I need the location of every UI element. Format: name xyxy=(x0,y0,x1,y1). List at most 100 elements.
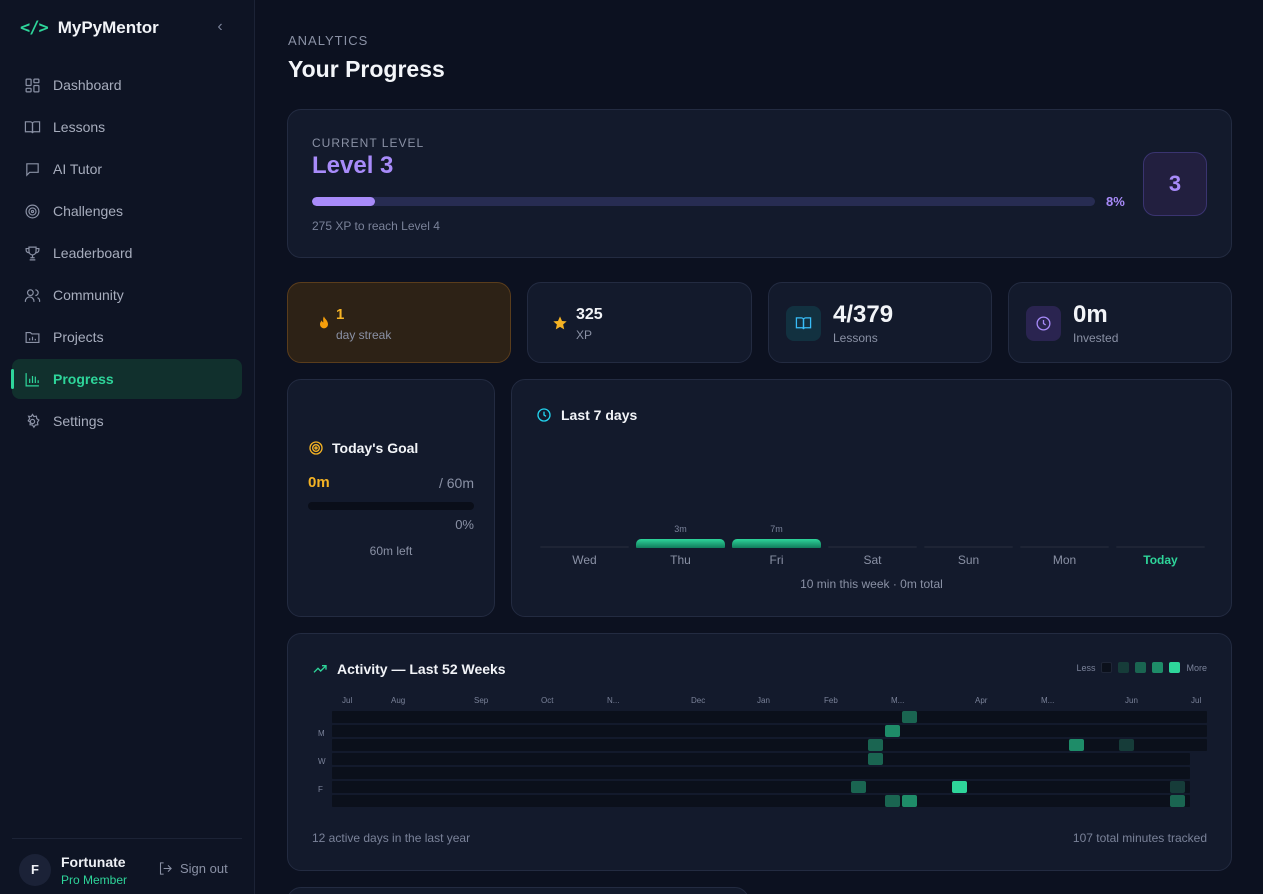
next-card xyxy=(287,887,749,894)
user-panel: F Fortunate Pro Member Sign out xyxy=(12,838,242,887)
heatmap-cell[interactable] xyxy=(901,711,917,723)
heatmap-cell[interactable] xyxy=(851,781,867,793)
code-logo-icon: </> xyxy=(20,18,49,38)
sidebar-item-challenges[interactable]: Challenges xyxy=(12,191,242,231)
time-card: 0m Invested xyxy=(1008,282,1232,363)
collapse-sidebar-button[interactable]: ‹ xyxy=(212,18,228,38)
legend-swatch xyxy=(1118,662,1130,673)
level-xp-remaining: 275 XP to reach Level 4 xyxy=(312,219,440,233)
user-role: Pro Member xyxy=(61,873,128,887)
month-label: N... xyxy=(607,696,620,705)
activity-legend: Less More xyxy=(1076,662,1207,673)
day-bar xyxy=(540,546,629,548)
legend-more: More xyxy=(1186,662,1207,673)
day-label: Mon xyxy=(1052,553,1077,567)
goal-percent: 0% xyxy=(455,517,474,532)
legend-swatch xyxy=(1101,662,1113,673)
sidebar-item-dashboard[interactable]: Dashboard xyxy=(12,65,242,105)
goal-title: Today's Goal xyxy=(308,440,418,456)
week-summary: 10 min this week · 0m total xyxy=(800,577,943,591)
day-column: Today xyxy=(1116,505,1205,575)
sidebar-item-label: Leaderboard xyxy=(53,245,133,261)
heatmap-cell[interactable] xyxy=(1169,795,1185,807)
month-label: Jul xyxy=(342,696,353,705)
avatar[interactable]: F xyxy=(19,854,51,886)
day-column: 7m Fri xyxy=(732,505,821,575)
sidebar-item-label: Dashboard xyxy=(53,77,122,93)
day-bar xyxy=(924,546,1013,548)
day-column: 3m Thu xyxy=(636,505,725,575)
streak-label: day streak xyxy=(336,328,392,342)
month-label: Feb xyxy=(824,696,838,705)
heatmap-cell[interactable] xyxy=(1119,739,1135,751)
folder-icon xyxy=(25,331,40,343)
heatmap-cell[interactable] xyxy=(868,739,883,751)
day-column: Sun xyxy=(924,505,1013,575)
heatmap-cell[interactable] xyxy=(1069,739,1084,751)
gear-icon xyxy=(27,412,40,428)
sidebar: </> MyPyMentor ‹ Dashboard Lessons AI Tu… xyxy=(0,0,255,894)
legend-swatch xyxy=(1135,662,1147,673)
sidebar-item-leaderboard[interactable]: Leaderboard xyxy=(12,233,242,273)
target-icon xyxy=(25,204,40,218)
heatmap-cell[interactable] xyxy=(884,725,900,737)
time-label: Invested xyxy=(1073,331,1119,345)
book-icon xyxy=(24,120,41,133)
open-book-icon xyxy=(786,306,821,341)
sidebar-item-ai-tutor[interactable]: AI Tutor xyxy=(12,149,242,189)
heatmap-cell[interactable] xyxy=(901,795,917,807)
heatmap-row xyxy=(332,753,1190,765)
sidebar-item-community[interactable]: Community xyxy=(12,275,242,315)
goal-progress-bar xyxy=(308,502,474,510)
month-label: Apr xyxy=(975,696,988,705)
activity-card: Activity — Last 52 Weeks Less More Jul Au… xyxy=(287,633,1232,871)
heatmap-row xyxy=(332,725,1207,737)
sidebar-item-settings[interactable]: Settings xyxy=(12,401,242,441)
page-eyebrow: ANALYTICS xyxy=(288,33,369,48)
sidebar-item-label: Lessons xyxy=(53,119,106,135)
sidebar-item-label: Settings xyxy=(53,413,104,429)
sidebar-item-label: Progress xyxy=(53,371,114,387)
sidebar-item-progress[interactable]: Progress xyxy=(11,359,242,399)
heatmap-row xyxy=(332,781,1190,793)
activity-title-text: Activity — Last 52 Weeks xyxy=(337,661,506,677)
heatmap-cell[interactable] xyxy=(951,781,967,793)
heatmap-cell[interactable] xyxy=(884,795,900,807)
level-progress-fill xyxy=(312,197,375,206)
month-label: Oct xyxy=(541,696,554,705)
xp-label: XP xyxy=(576,328,593,342)
sidebar-item-label: Community xyxy=(53,287,124,303)
heatmap-cell[interactable] xyxy=(868,753,883,765)
brand[interactable]: </> MyPyMentor xyxy=(20,16,159,40)
weekday-label: F xyxy=(318,785,323,794)
sign-out-label: Sign out xyxy=(180,861,228,876)
target-icon xyxy=(309,441,323,455)
level-title: Level 3 xyxy=(312,152,394,179)
day-minutes: 3m xyxy=(674,524,687,534)
heatmap-row xyxy=(332,767,1190,779)
sidebar-item-label: Projects xyxy=(53,329,104,345)
trending-up-icon xyxy=(313,665,327,673)
users-icon xyxy=(24,288,41,302)
day-column: Sat xyxy=(828,505,917,575)
day-bar xyxy=(636,539,725,548)
sidebar-item-projects[interactable]: Projects xyxy=(12,317,242,357)
month-label: Dec xyxy=(691,696,706,705)
sidebar-item-label: AI Tutor xyxy=(53,161,103,177)
activity-title: Activity — Last 52 Weeks xyxy=(312,661,506,677)
day-bar xyxy=(1020,546,1109,548)
clock-icon xyxy=(1026,306,1061,341)
goal-total: / 60m xyxy=(438,475,474,491)
level-progress-bar xyxy=(312,197,1095,206)
week-title-text: Last 7 days xyxy=(561,407,638,423)
weekday-label: M xyxy=(318,729,325,738)
app-name: MyPyMentor xyxy=(57,18,159,37)
activity-heatmap xyxy=(332,711,1207,809)
month-label: M... xyxy=(1041,696,1055,705)
heatmap-cell[interactable] xyxy=(1169,781,1185,793)
sign-out-button[interactable]: Sign out xyxy=(158,861,228,876)
day-column: Mon xyxy=(1020,505,1109,575)
user-name: Fortunate xyxy=(61,854,126,870)
sidebar-item-lessons[interactable]: Lessons xyxy=(12,107,242,147)
level-percent: 8% xyxy=(1106,194,1125,209)
